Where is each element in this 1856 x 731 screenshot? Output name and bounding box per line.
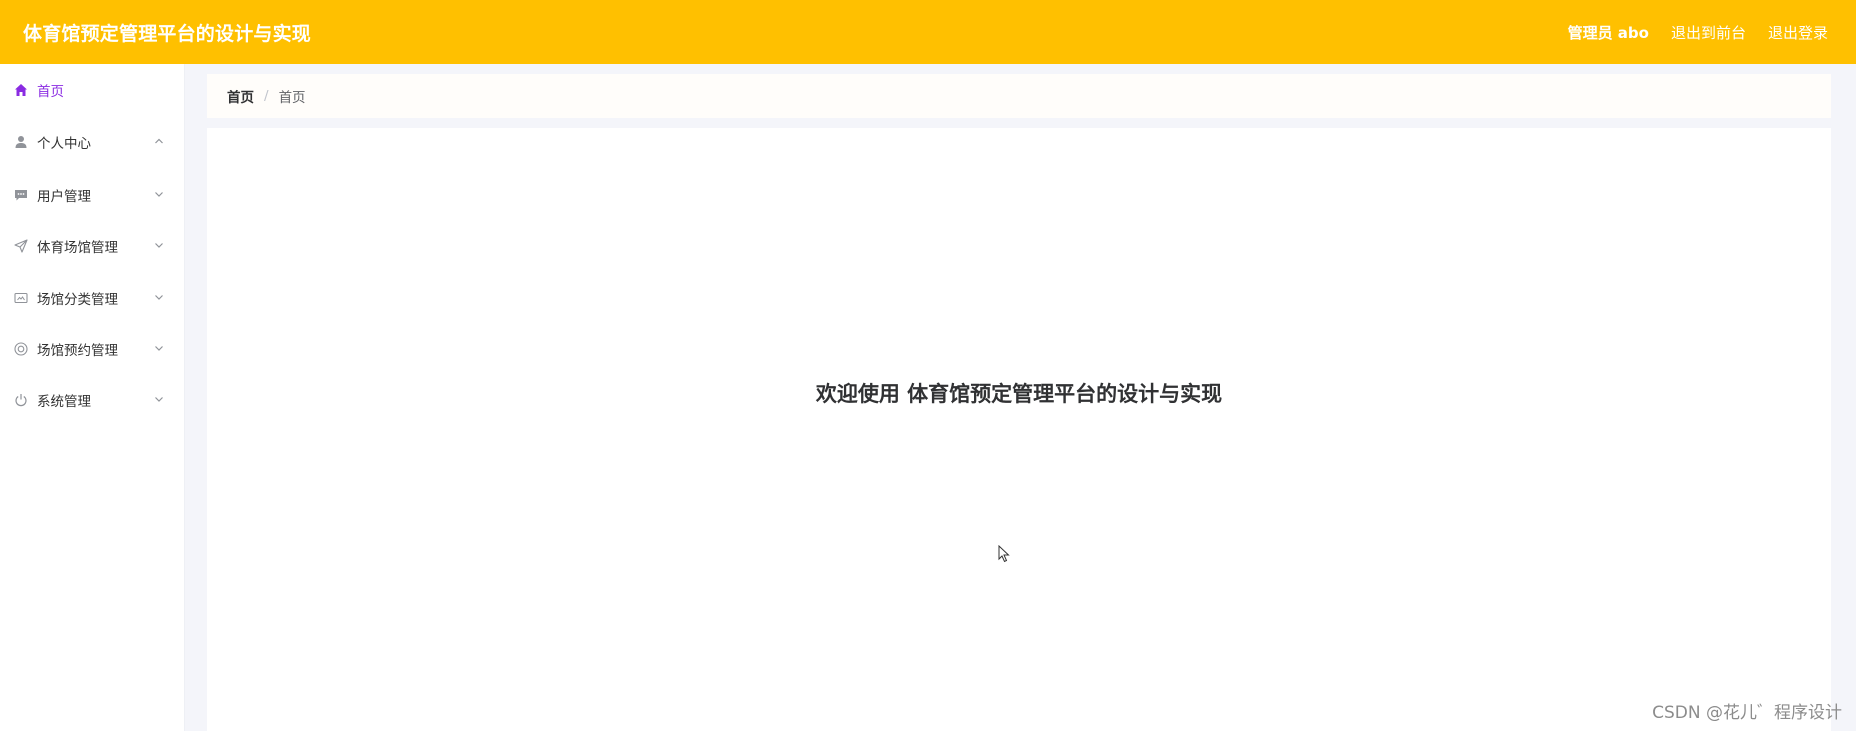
- card-icon: [14, 291, 28, 305]
- chevron-down-icon: [155, 243, 163, 248]
- lifebuoy-icon: [14, 342, 28, 356]
- exit-to-front-link[interactable]: 退出到前台: [1671, 22, 1746, 43]
- breadcrumb-current: 首页: [278, 90, 306, 106]
- home-icon: [14, 83, 28, 97]
- send-icon: [14, 239, 28, 253]
- sidebar-item-label: 用户管理: [37, 189, 91, 205]
- chevron-down-icon: [155, 346, 163, 351]
- chevron-down-icon: [155, 397, 163, 402]
- welcome-message: 欢迎使用 体育馆预定管理平台的设计与实现: [815, 382, 1223, 406]
- sidebar-item-label: 场馆预约管理: [37, 343, 118, 359]
- sidebar-item-user-management[interactable]: 用户管理: [0, 175, 185, 215]
- sidebar: 首页 个人中心 用户管理 体育场馆管理 场馆分类管理 场馆预约管理 系统管理: [0, 64, 185, 731]
- sidebar-item-label: 首页: [37, 84, 64, 100]
- chat-icon: [14, 188, 28, 202]
- top-header: 体育馆预定管理平台的设计与实现 管理员 abo 退出到前台 退出登录: [0, 0, 1856, 64]
- sidebar-item-venue-management[interactable]: 体育场馆管理: [0, 226, 185, 266]
- mouse-cursor-icon: [998, 545, 1010, 563]
- app-title: 体育馆预定管理平台的设计与实现: [23, 22, 312, 45]
- logout-link[interactable]: 退出登录: [1768, 22, 1828, 43]
- watermark: CSDN @花儿゛程序设计: [1652, 703, 1842, 723]
- breadcrumb-separator: /: [264, 88, 269, 104]
- sidebar-item-venue-booking[interactable]: 场馆预约管理: [0, 329, 185, 369]
- power-icon: [14, 393, 28, 407]
- sidebar-item-system-management[interactable]: 系统管理: [0, 380, 185, 420]
- main-content: 欢迎使用 体育馆预定管理平台的设计与实现: [207, 128, 1831, 731]
- breadcrumb-home[interactable]: 首页: [227, 86, 254, 106]
- user-icon: [14, 135, 28, 149]
- header-actions: 管理员 abo 退出到前台 退出登录: [1568, 22, 1828, 43]
- sidebar-item-label: 场馆分类管理: [37, 292, 118, 308]
- chevron-down-icon: [155, 192, 163, 197]
- admin-user-label: 管理员 abo: [1567, 23, 1649, 42]
- sidebar-item-personal-center[interactable]: 个人中心: [0, 122, 185, 162]
- sidebar-item-label: 系统管理: [37, 394, 91, 410]
- sidebar-item-label: 体育场馆管理: [37, 240, 118, 256]
- chevron-up-icon: [155, 138, 163, 144]
- breadcrumb: 首页 / 首页: [207, 74, 1831, 118]
- chevron-down-icon: [155, 295, 163, 300]
- sidebar-item-home[interactable]: 首页: [0, 70, 185, 110]
- sidebar-item-label: 个人中心: [37, 136, 91, 152]
- sidebar-item-venue-category[interactable]: 场馆分类管理: [0, 278, 185, 318]
